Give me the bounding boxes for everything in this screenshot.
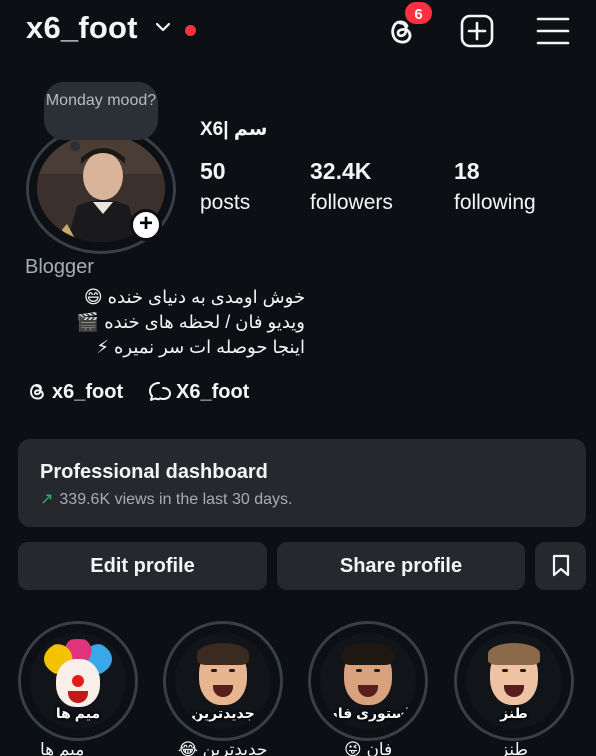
profile-category: Blogger (25, 256, 94, 278)
highlight-cover: میم ها (30, 633, 126, 729)
profile-full-name: X6| سم (200, 119, 268, 140)
stat-followers-label: followers (310, 191, 393, 214)
top-bar: x6_foot 6 (0, 0, 596, 64)
dashboard-views-text: 339.6K views in the last 30 days. (59, 491, 293, 508)
note-bubble[interactable]: Monday mood? (44, 82, 158, 140)
highlight-fun-story[interactable]: استوری فان (308, 621, 428, 741)
menu-icon[interactable] (536, 15, 570, 47)
highlight-cover: طنز (466, 633, 562, 729)
create-post-icon[interactable] (459, 13, 495, 49)
highlight-cover: جدیدترین (175, 633, 271, 729)
messenger-link[interactable]: X6_foot (148, 380, 249, 404)
chevron-down-icon[interactable] (154, 20, 172, 34)
professional-dashboard-card[interactable]: Professional dashboard ↗ 339.6K views in … (18, 439, 586, 527)
stat-posts-value: 50 (200, 158, 226, 184)
stat-posts-label: posts (200, 191, 251, 214)
stat-following-label: following (454, 191, 536, 214)
messenger-link-text: X6_foot (176, 381, 250, 403)
highlight-cover-label: میم ها (55, 705, 101, 721)
highlight-memes[interactable]: میم ها (18, 621, 138, 741)
threads-icon (30, 384, 44, 400)
highlight-cover: استوری فان (320, 633, 416, 729)
add-story-button[interactable]: + (130, 209, 162, 241)
bookmark-icon (552, 554, 569, 577)
edit-profile-button[interactable]: Edit profile (18, 542, 267, 590)
share-profile-button[interactable]: Share profile (277, 542, 525, 590)
bio-line: اینجا حوصله ات سر نمیره ⚡ (96, 337, 305, 357)
highlight-title: جدیدترین 😂 (178, 740, 268, 756)
notification-badge: 6 (403, 0, 434, 26)
dashboard-subtitle: ↗ 339.6K views in the last 30 days. (40, 489, 292, 509)
unread-dot (185, 25, 196, 36)
highlight-newest[interactable]: جدیدترین (163, 621, 283, 741)
highlight-humor[interactable]: طنز (454, 621, 574, 741)
stat-following[interactable]: 18 following (454, 158, 536, 215)
chat-icon (149, 382, 172, 401)
username-title[interactable]: x6_foot (26, 10, 138, 46)
dashboard-title: Professional dashboard (40, 461, 268, 483)
highlight-cover-label: استوری فان (325, 705, 411, 721)
bio-line: خوش اومدی به دنیای خنده 😄 (83, 287, 305, 307)
highlight-title: فان 😜 (344, 740, 393, 756)
stat-posts[interactable]: 50 posts (200, 158, 250, 215)
stat-followers[interactable]: 32.4K followers (310, 158, 393, 215)
saved-button[interactable] (535, 542, 586, 590)
note-bubble-tail (70, 141, 80, 151)
threads-link-text: x6_foot (52, 381, 124, 403)
stat-following-value: 18 (454, 158, 480, 184)
stat-followers-value: 32.4K (310, 158, 372, 184)
bio-line: ویدیو فان / لحظه های خنده 🎬 (76, 312, 305, 332)
trend-up-icon: ↗ (40, 491, 54, 508)
highlight-cover-label: جدیدترین (191, 705, 255, 721)
highlight-title: میم ها (40, 740, 85, 756)
highlight-cover-label: طنز (500, 705, 528, 721)
highlight-title: طنز (500, 740, 529, 756)
threads-link[interactable]: x6_foot (26, 380, 123, 404)
